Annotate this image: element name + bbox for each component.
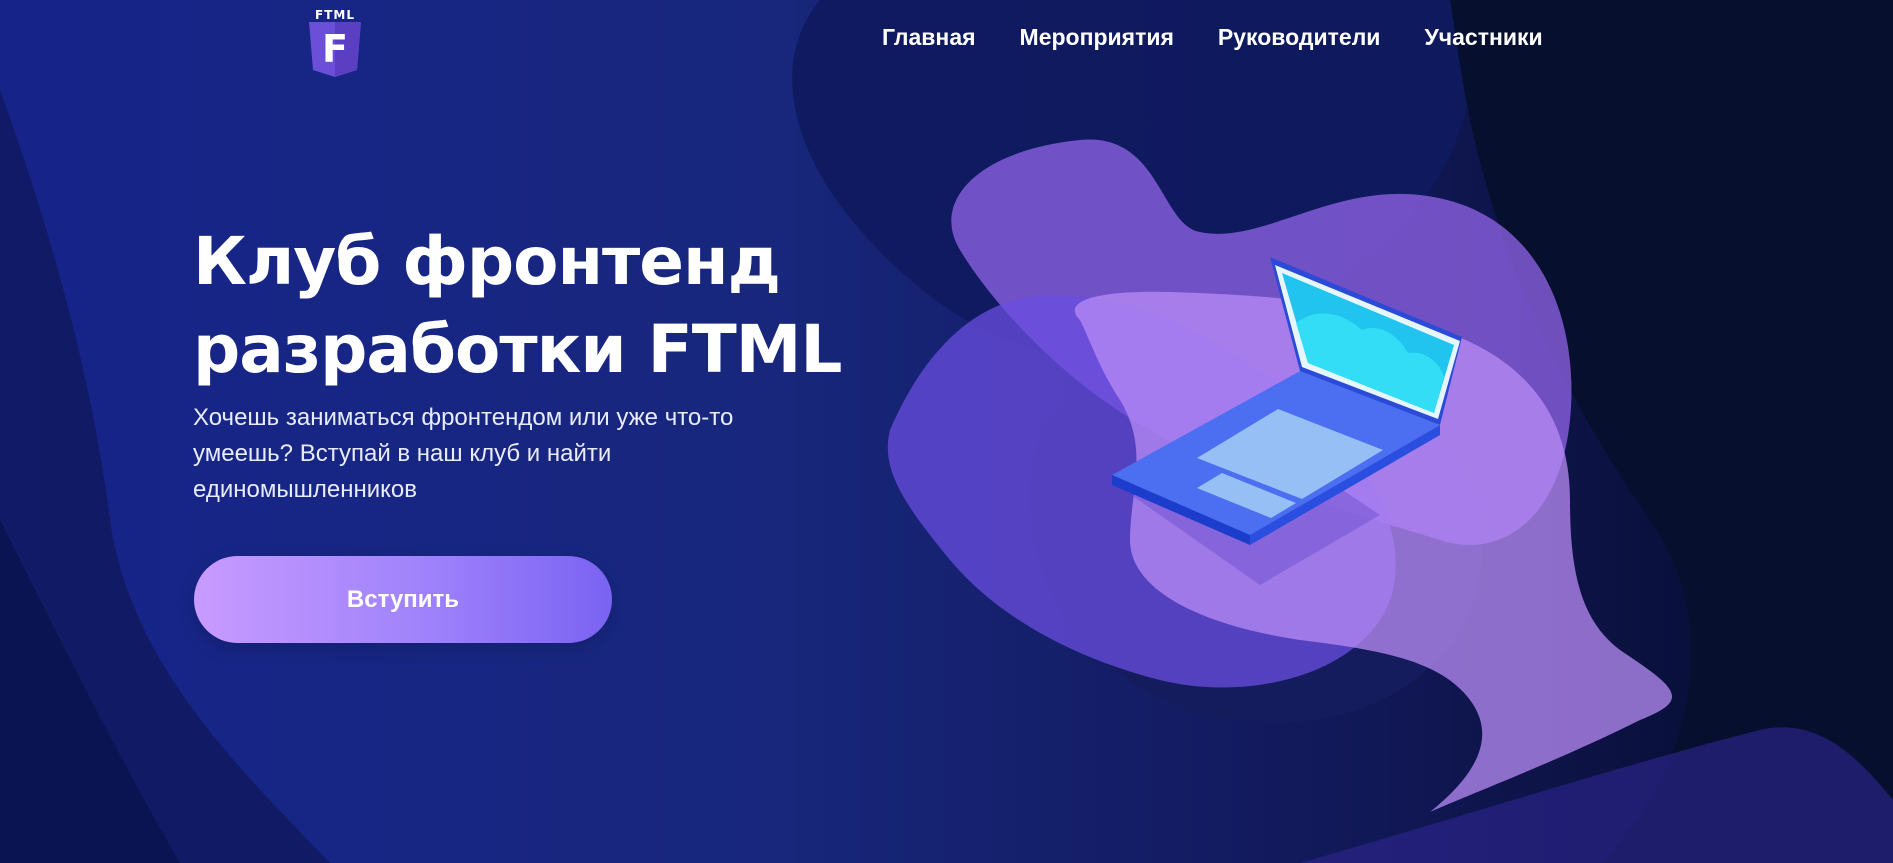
join-button[interactable]: Вступить	[194, 556, 612, 643]
hero-subtitle-line2: умеешь? Вступай в наш клуб и найти	[193, 440, 612, 467]
hero-subtitle-line1: Хочешь заниматься фронтендом или уже что…	[193, 404, 734, 431]
laptop-illustration	[1110, 257, 1462, 585]
ftml-shield-icon: F	[309, 22, 361, 77]
nav-item-events[interactable]: Мероприятия	[1020, 24, 1174, 51]
hero-title: Клуб фронтенд разработки FTML	[193, 218, 893, 394]
main-nav: Главная Мероприятия Руководители Участни…	[882, 24, 1543, 51]
landing-page: FTML F Главная Мероприятия Руководители …	[0, 0, 1893, 863]
hero-title-line1: Клуб фронтенд	[193, 223, 781, 300]
ftml-logo[interactable]: FTML F	[303, 8, 367, 77]
nav-item-home[interactable]: Главная	[882, 24, 976, 51]
hero-subtitle-line3: единомышленников	[193, 476, 417, 503]
hero-subtitle: Хочешь заниматься фронтендом или уже что…	[193, 400, 773, 508]
hero-title-line2: разработки FTML	[193, 311, 842, 388]
logo-letter: F	[322, 27, 348, 71]
nav-item-members[interactable]: Участники	[1424, 24, 1542, 51]
nav-item-leaders[interactable]: Руководители	[1218, 24, 1381, 51]
